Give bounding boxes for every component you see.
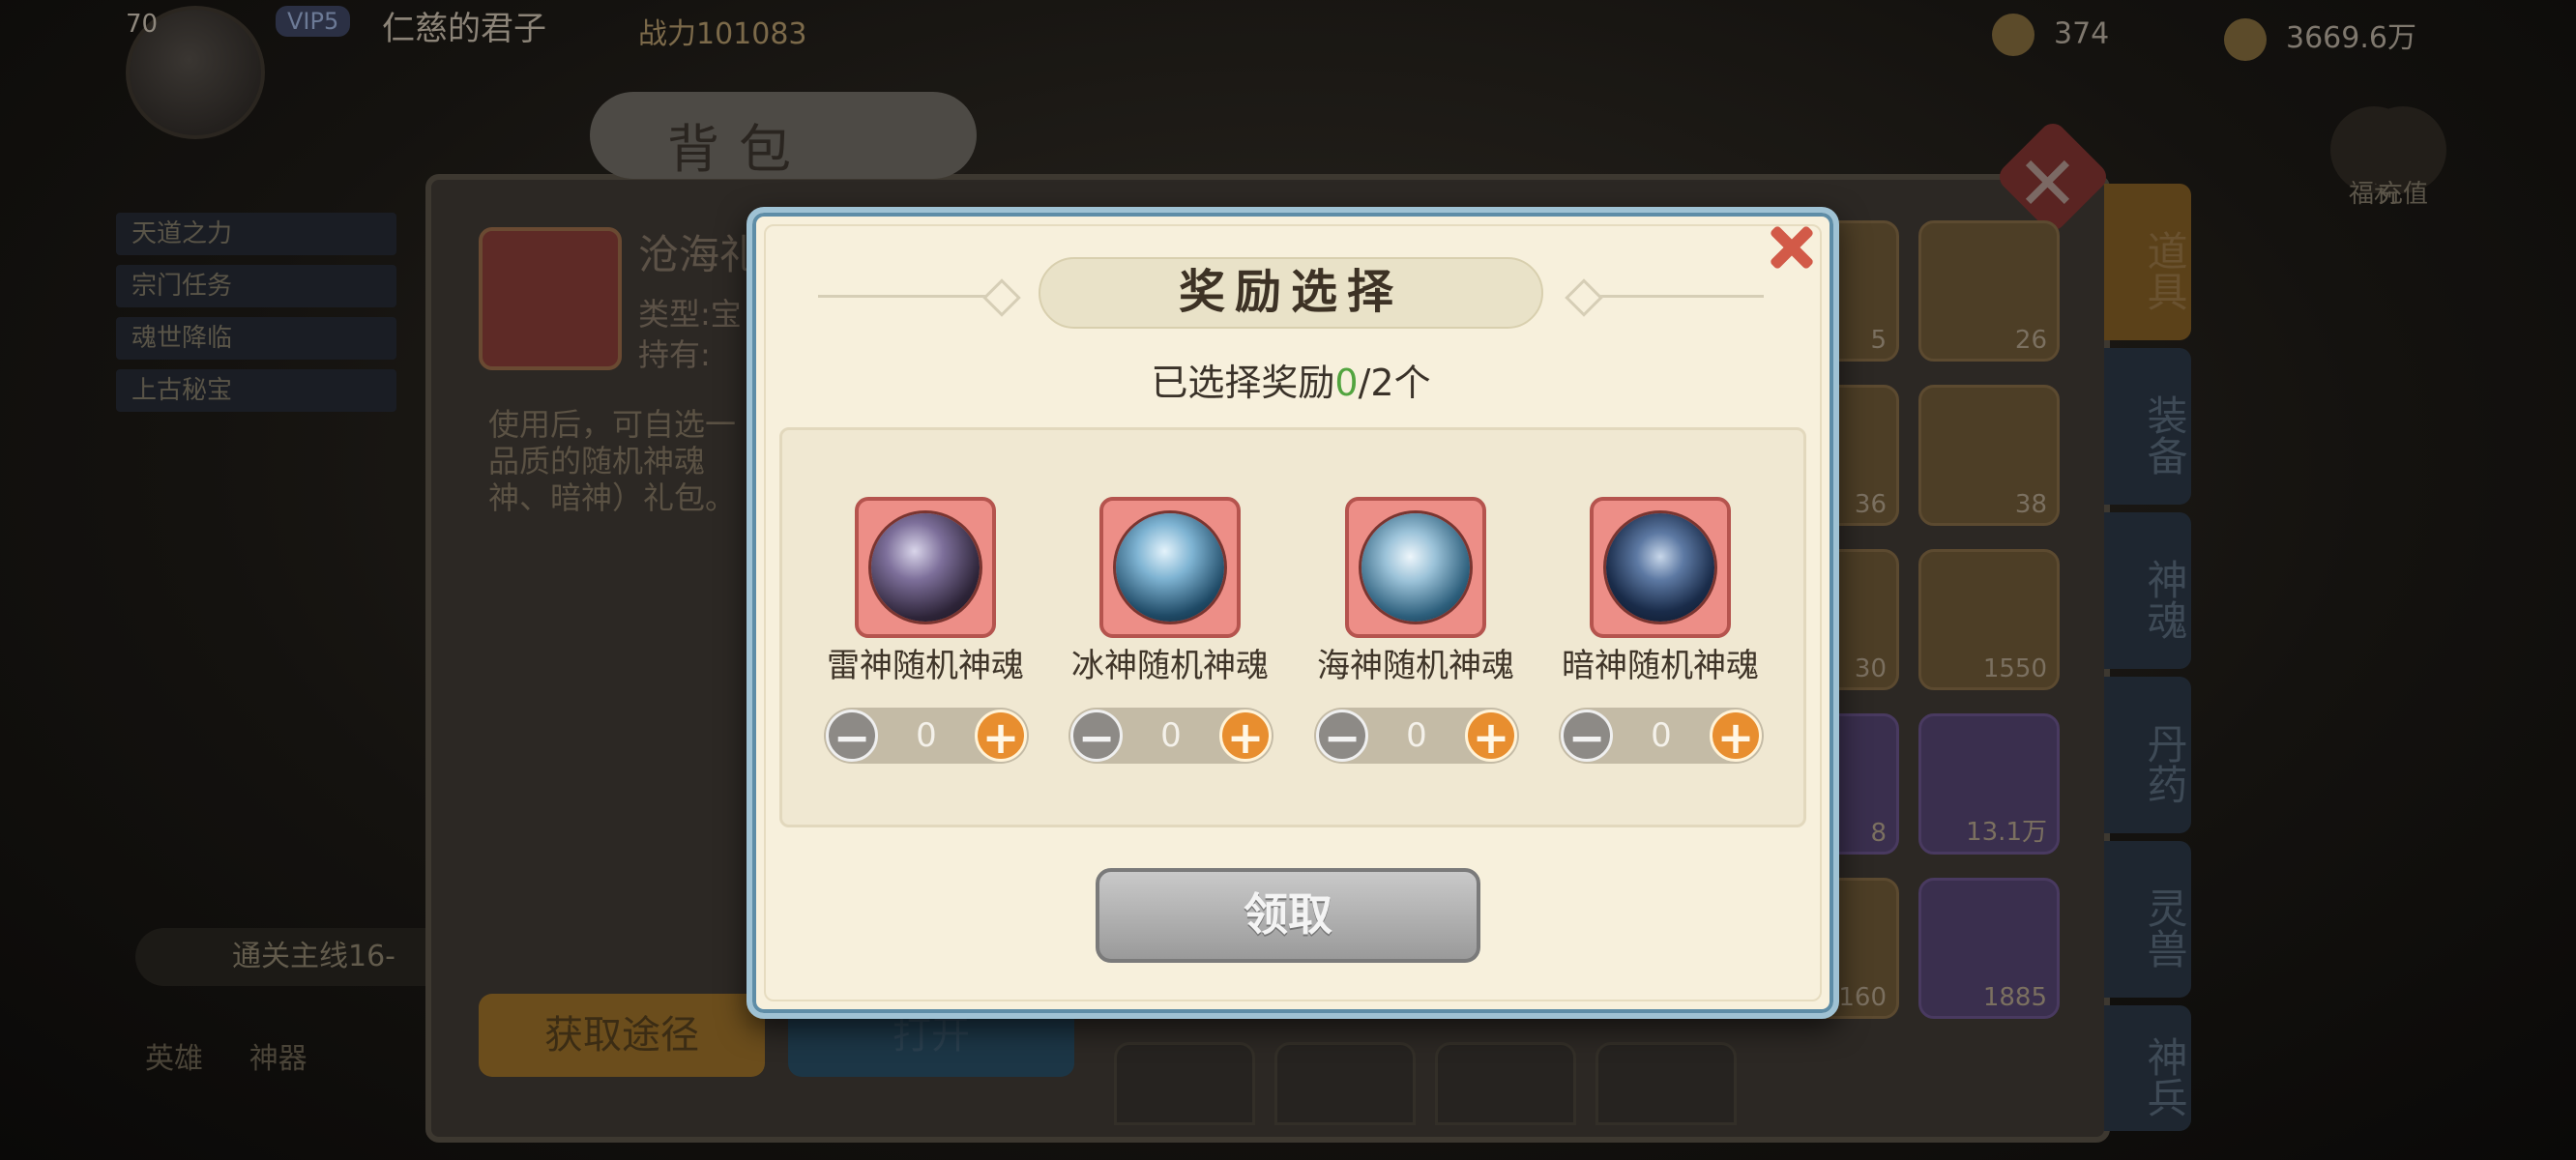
thunder-soul-icon [871, 513, 980, 622]
player-level: 70 [126, 10, 159, 39]
nav-artifact[interactable]: 神器 [249, 1042, 307, 1076]
bag-slot[interactable]: 1885 [1918, 878, 2060, 1019]
quantity-value: 0 [1160, 716, 1182, 755]
title-deco-line-left [818, 295, 1004, 298]
dialog-title: 奖励选择 [1178, 265, 1403, 319]
ice-soul-icon [1116, 513, 1224, 622]
minus-button[interactable]: − [1316, 710, 1368, 763]
nav-hero[interactable]: 英雄 [145, 1042, 203, 1076]
minus-button[interactable]: − [1070, 710, 1123, 763]
bag-slot[interactable] [1274, 1042, 1416, 1125]
tab-items[interactable]: 道具 [2104, 184, 2191, 340]
reward-name: 暗神随机神魂 [1562, 647, 1759, 685]
selection-counter: 已选择奖励0/2个 [967, 353, 1615, 406]
tab-beasts[interactable]: 灵兽 [2104, 841, 2191, 998]
selected-item-icon [479, 227, 622, 370]
event-item[interactable]: 魂世降临 [116, 317, 396, 360]
bag-slot[interactable]: 13.1万 [1918, 713, 2060, 855]
event-item[interactable]: 宗门任务 [116, 265, 396, 307]
reward-frame[interactable] [1590, 497, 1731, 638]
quantity-stepper: − 0 + [824, 708, 1029, 764]
bag-slot[interactable]: 1550 [1918, 549, 2060, 690]
close-icon[interactable] [1760, 217, 1822, 278]
reward-name: 雷神随机神魂 [827, 647, 1024, 685]
tab-pills[interactable]: 丹药 [2104, 677, 2191, 833]
reward-frame[interactable] [1345, 497, 1486, 638]
sea-soul-icon [1361, 513, 1470, 622]
bottom-nav: 英雄 神器 [145, 1034, 307, 1077]
coin-icon [2224, 17, 2267, 61]
recharge-button[interactable]: 充值 [2359, 106, 2446, 209]
bag-slot[interactable] [1595, 1042, 1737, 1125]
bag-slot[interactable]: 38 [1918, 385, 2060, 526]
ingot-icon [1992, 14, 2034, 56]
tab-equipment[interactable]: 装备 [2104, 348, 2191, 505]
tab-soul[interactable]: 神魂 [2104, 512, 2191, 669]
selected-item-name: 沧海礼 [638, 231, 761, 278]
title-deco-line-right [1578, 295, 1764, 298]
vip-badge: VIP5 [276, 6, 351, 37]
quantity-stepper: − 0 + [1314, 708, 1519, 764]
plus-button[interactable]: + [1219, 710, 1272, 763]
selected-item-description: 使用后，可自选一品质的随机神魂神、暗神）礼包。 [488, 406, 737, 516]
plus-button[interactable]: + [1465, 710, 1517, 763]
reward-frame[interactable] [1099, 497, 1241, 638]
selection-suffix: /2个 [1358, 362, 1431, 404]
selection-prefix: 已选择奖励 [1151, 362, 1335, 404]
event-item[interactable]: 上古秘宝 [116, 369, 396, 412]
selection-count: 0 [1334, 362, 1359, 404]
minus-button[interactable]: − [826, 710, 878, 763]
tab-weapons[interactable]: 神兵 [2104, 1005, 2191, 1131]
plus-button[interactable]: + [1710, 710, 1762, 763]
bag-slot[interactable] [1114, 1042, 1255, 1125]
source-button[interactable]: 获取途径 [479, 994, 765, 1077]
reward-name: 海神随机神魂 [1317, 647, 1514, 685]
event-item[interactable]: 天道之力 [116, 213, 396, 255]
reward-name: 冰神随机神魂 [1071, 647, 1269, 685]
quantity-stepper: − 0 + [1068, 708, 1273, 764]
bag-title: 背包 [667, 119, 810, 180]
minus-button[interactable]: − [1561, 710, 1613, 763]
combat-power: 战力101083 [638, 17, 807, 51]
quantity-value: 0 [1651, 716, 1672, 755]
reward-frame[interactable] [855, 497, 996, 638]
left-event-list: 天道之力 宗门任务 魂世降临 上古秘宝 [116, 213, 396, 421]
bag-slot[interactable] [1435, 1042, 1576, 1125]
player-name: 仁慈的君子 [382, 10, 546, 48]
dark-soul-icon [1606, 513, 1714, 622]
resource-coin[interactable]: 3669.6万 [2224, 14, 2416, 61]
quantity-value: 0 [1406, 716, 1427, 755]
bag-slot[interactable]: 26 [1918, 220, 2060, 362]
claim-button[interactable]: 领取 [1096, 868, 1480, 963]
plus-button[interactable]: + [975, 710, 1027, 763]
quantity-value: 0 [916, 716, 937, 755]
quantity-stepper: − 0 + [1559, 708, 1764, 764]
resource-ingot[interactable]: 374 [1992, 14, 2109, 56]
selected-item-type: 类型:宝 [638, 296, 742, 333]
selected-item-owned: 持有: [638, 336, 711, 373]
